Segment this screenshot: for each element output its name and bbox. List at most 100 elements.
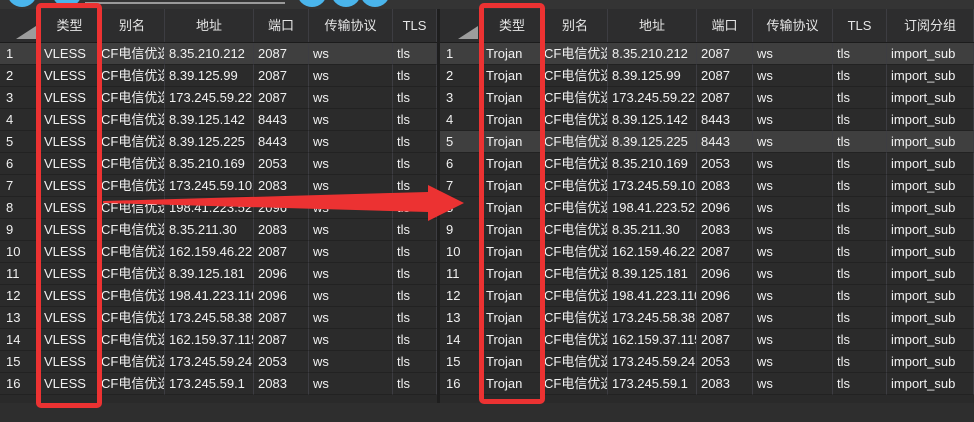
cell-type: Trojan bbox=[482, 153, 543, 175]
cell-alias: CF电信优选 bbox=[100, 285, 165, 307]
cell-subscription-group: import_sub bbox=[887, 307, 974, 329]
table-row[interactable]: 15VLESSCF电信优选173.245.59.242053wstls bbox=[0, 351, 437, 373]
cell-port: 2087 bbox=[254, 87, 309, 109]
column-header-port[interactable]: 端口 bbox=[697, 9, 753, 42]
server-table-trojan: 类型别名地址端口传输协议TLS订阅分组1TrojanCF电信优选8.35.210… bbox=[440, 9, 974, 403]
table-row[interactable]: 3VLESSCF电信优选173.245.59.222087wstls bbox=[0, 87, 437, 109]
table-row[interactable]: 10TrojanCF电信优选162.159.46.2212087wstlsimp… bbox=[440, 241, 974, 263]
table-row[interactable]: 5VLESSCF电信优选8.39.125.2258443wstls bbox=[0, 131, 437, 153]
cell-tls: tls bbox=[393, 263, 437, 285]
cell-port: 2087 bbox=[697, 43, 753, 65]
table-row[interactable]: 12VLESSCF电信优选198.41.223.1102096wstls bbox=[0, 285, 437, 307]
table-row[interactable]: 9VLESSCF电信优选8.35.211.302083wstls bbox=[0, 219, 437, 241]
cell-transport: ws bbox=[309, 351, 393, 373]
column-header-transport[interactable]: 传输协议 bbox=[309, 9, 393, 42]
table-row[interactable]: 2VLESSCF电信优选8.39.125.992087wstls bbox=[0, 65, 437, 87]
cell-tls: tls bbox=[833, 175, 887, 197]
cell-transport: ws bbox=[753, 43, 833, 65]
table-row[interactable]: 11VLESSCF电信优选8.39.125.1812096wstls bbox=[0, 263, 437, 285]
cell-address: 8.35.210.212 bbox=[608, 43, 697, 65]
cell-row-index: 7 bbox=[440, 175, 482, 197]
column-header-transport[interactable]: 传输协议 bbox=[753, 9, 833, 42]
column-header-port[interactable]: 端口 bbox=[254, 9, 309, 42]
table-row[interactable]: 6VLESSCF电信优选8.35.210.1692053wstls bbox=[0, 153, 437, 175]
column-header-address[interactable]: 地址 bbox=[165, 9, 254, 42]
table-row[interactable]: 3TrojanCF电信优选173.245.59.222087wstlsimpor… bbox=[440, 87, 974, 109]
column-header-subscription-group[interactable]: 订阅分组 bbox=[887, 9, 974, 42]
cell-tls: tls bbox=[393, 175, 437, 197]
column-header-alias[interactable]: 别名 bbox=[100, 9, 165, 42]
cell-row-index: 10 bbox=[440, 241, 482, 263]
table-row[interactable]: 4VLESSCF电信优选8.39.125.1428443wstls bbox=[0, 109, 437, 131]
toolbar-button-icon[interactable] bbox=[297, 0, 327, 7]
table-row[interactable]: 12TrojanCF电信优选198.41.223.1102096wstlsimp… bbox=[440, 285, 974, 307]
table-row[interactable]: 2TrojanCF电信优选8.39.125.992087wstlsimport_… bbox=[440, 65, 974, 87]
table-row[interactable]: 10VLESSCF电信优选162.159.46.2212087wstls bbox=[0, 241, 437, 263]
table-row[interactable]: 16TrojanCF电信优选173.245.59.12083wstlsimpor… bbox=[440, 373, 974, 395]
cell-alias: CF电信优选 bbox=[543, 373, 608, 395]
cell-alias: CF电信优选 bbox=[543, 197, 608, 219]
cell-port: 8443 bbox=[254, 131, 309, 153]
cell-port: 2053 bbox=[254, 351, 309, 373]
select-all-corner[interactable] bbox=[0, 9, 40, 42]
cell-tls: tls bbox=[833, 65, 887, 87]
cell-tls: tls bbox=[393, 329, 437, 351]
cell-address: 162.159.46.221 bbox=[165, 241, 254, 263]
table-row[interactable]: 11TrojanCF电信优选8.39.125.1812096wstlsimpor… bbox=[440, 263, 974, 285]
cell-type: Trojan bbox=[482, 219, 543, 241]
cell-address: 8.39.125.142 bbox=[165, 109, 254, 131]
cell-transport: ws bbox=[309, 263, 393, 285]
table-row[interactable]: 7VLESSCF电信优选173.245.59.1022083wstls bbox=[0, 175, 437, 197]
cell-row-index: 8 bbox=[0, 197, 40, 219]
cell-type: VLESS bbox=[40, 43, 100, 65]
cell-row-index: 12 bbox=[0, 285, 40, 307]
cell-port: 2087 bbox=[697, 87, 753, 109]
table-row[interactable]: 1VLESSCF电信优选8.35.210.2122087wstls bbox=[0, 43, 437, 65]
column-header-address[interactable]: 地址 bbox=[608, 9, 697, 42]
column-header-type[interactable]: 类型 bbox=[40, 9, 100, 42]
cell-port: 2087 bbox=[254, 241, 309, 263]
table-row[interactable]: 13VLESSCF电信优选173.245.58.382087wstls bbox=[0, 307, 437, 329]
toolbar-button-icon[interactable] bbox=[7, 0, 37, 7]
cell-alias: CF电信优选 bbox=[543, 131, 608, 153]
cell-transport: ws bbox=[753, 175, 833, 197]
table-row[interactable]: 8VLESSCF电信优选198.41.223.522096wstls bbox=[0, 197, 437, 219]
table-row[interactable]: 16VLESSCF电信优选173.245.59.12083wstls bbox=[0, 373, 437, 395]
table-row[interactable]: 14TrojanCF电信优选162.159.37.1152087wstlsimp… bbox=[440, 329, 974, 351]
cell-type: Trojan bbox=[482, 43, 543, 65]
table-row[interactable]: 15TrojanCF电信优选173.245.59.242053wstlsimpo… bbox=[440, 351, 974, 373]
table-row[interactable]: 4TrojanCF电信优选8.39.125.1428443wstlsimport… bbox=[440, 109, 974, 131]
toolbar-button-icon[interactable] bbox=[331, 0, 361, 7]
table-row[interactable]: 1TrojanCF电信优选8.35.210.2122087wstlsimport… bbox=[440, 43, 974, 65]
column-header-type[interactable]: 类型 bbox=[482, 9, 543, 42]
toolbar-button-icon[interactable] bbox=[360, 0, 390, 7]
select-all-corner[interactable] bbox=[440, 9, 482, 42]
server-table-vless: 类型别名地址端口传输协议TLS1VLESSCF电信优选8.35.210.2122… bbox=[0, 9, 437, 403]
cell-row-index: 4 bbox=[0, 109, 40, 131]
column-header-tls[interactable]: TLS bbox=[393, 9, 437, 42]
cell-port: 2083 bbox=[254, 373, 309, 395]
cell-alias: CF电信优选 bbox=[100, 351, 165, 373]
cell-port: 2087 bbox=[697, 65, 753, 87]
table-row[interactable]: 6TrojanCF电信优选8.35.210.1692053wstlsimport… bbox=[440, 153, 974, 175]
table-row[interactable]: 14VLESSCF电信优选162.159.37.1152087wstls bbox=[0, 329, 437, 351]
cell-tls: tls bbox=[833, 131, 887, 153]
corner-triangle-icon bbox=[16, 26, 36, 39]
column-header-tls[interactable]: TLS bbox=[833, 9, 887, 42]
table-row[interactable]: 13TrojanCF电信优选173.245.58.382087wstlsimpo… bbox=[440, 307, 974, 329]
cell-subscription-group: import_sub bbox=[887, 153, 974, 175]
column-header-alias[interactable]: 别名 bbox=[543, 9, 608, 42]
cell-alias: CF电信优选 bbox=[100, 263, 165, 285]
table-row[interactable]: 9TrojanCF电信优选8.35.211.302083wstlsimport_… bbox=[440, 219, 974, 241]
table-row[interactable]: 8TrojanCF电信优选198.41.223.522096wstlsimpor… bbox=[440, 197, 974, 219]
table-row[interactable]: 5TrojanCF电信优选8.39.125.2258443wstlsimport… bbox=[440, 131, 974, 153]
cell-type: Trojan bbox=[482, 197, 543, 219]
table-row[interactable]: 7TrojanCF电信优选173.245.59.1022083wstlsimpo… bbox=[440, 175, 974, 197]
cell-type: Trojan bbox=[482, 285, 543, 307]
cell-transport: ws bbox=[753, 109, 833, 131]
cell-port: 2087 bbox=[254, 43, 309, 65]
cell-transport: ws bbox=[753, 153, 833, 175]
toolbar-button-icon[interactable] bbox=[52, 0, 82, 7]
cell-port: 2053 bbox=[697, 351, 753, 373]
cell-transport: ws bbox=[753, 307, 833, 329]
